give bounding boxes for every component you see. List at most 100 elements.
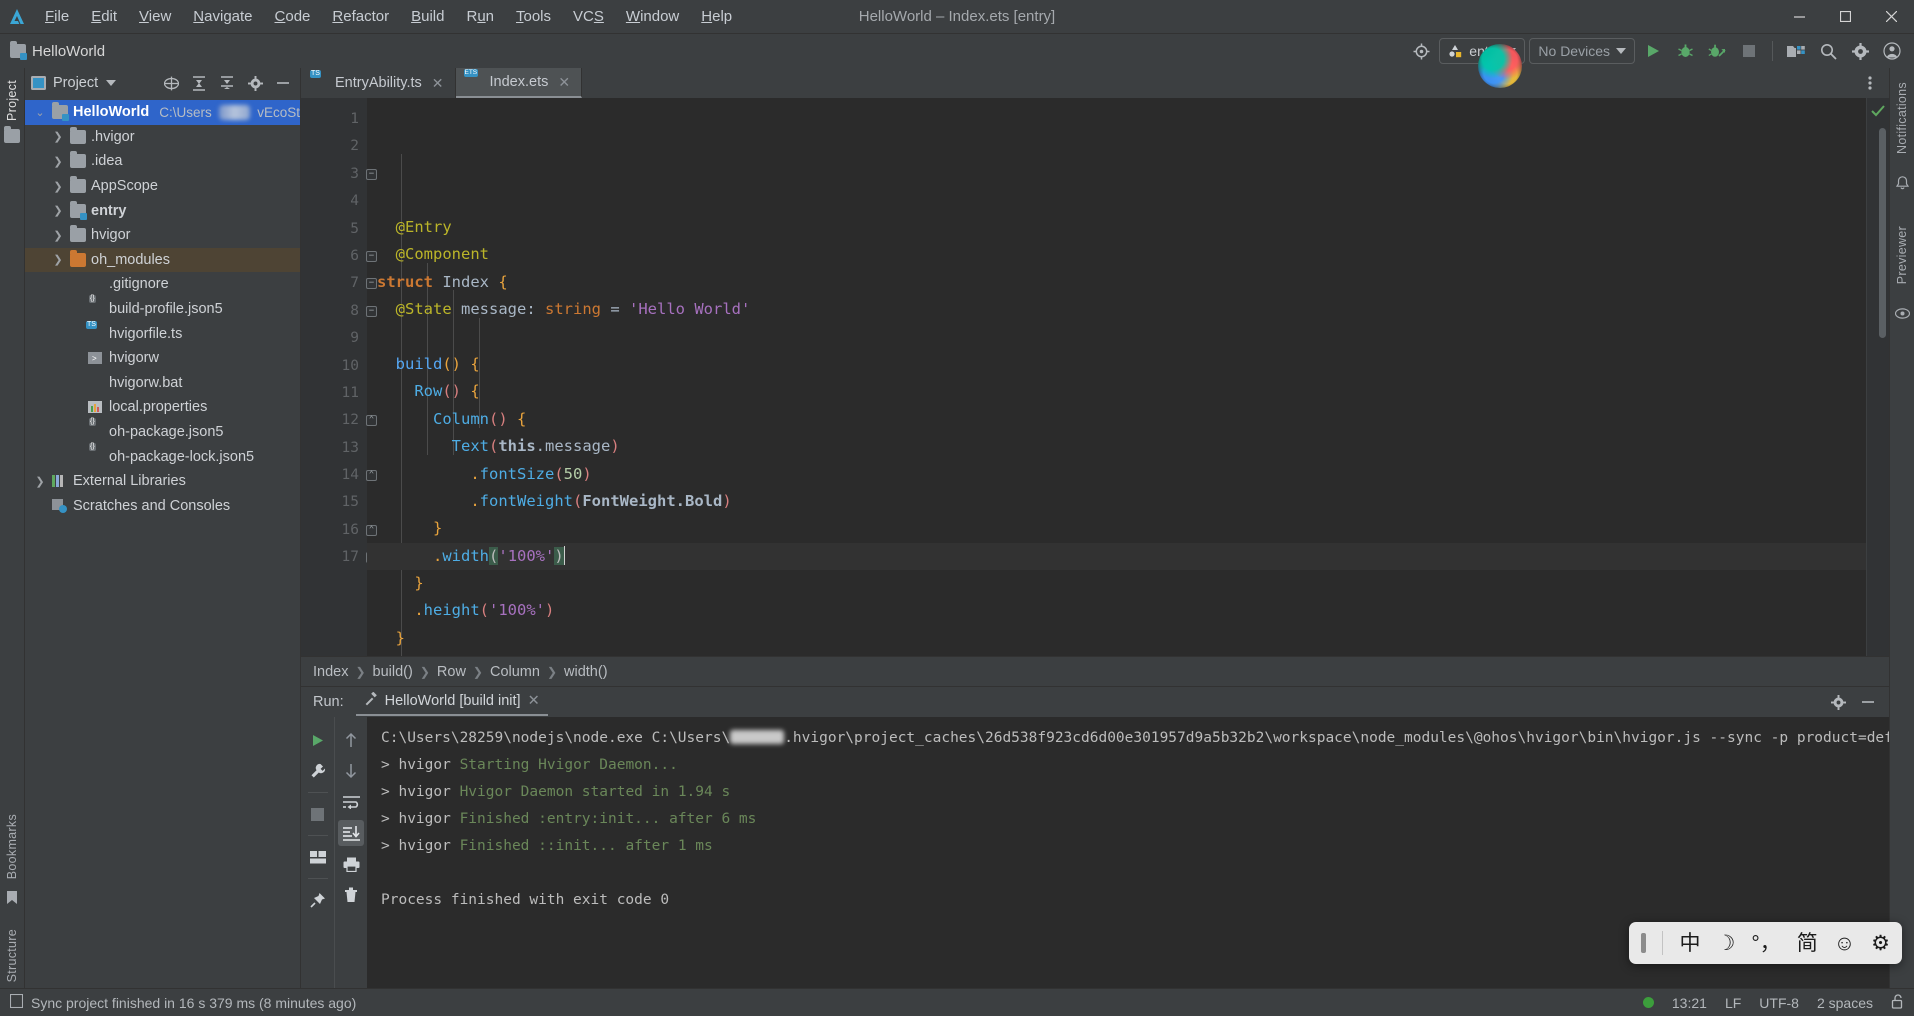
gutter-line-2[interactable]: 2 [301,133,367,160]
tree-node-local-properties[interactable]: local.properties [25,395,300,420]
device-selector[interactable]: No Devices [1529,38,1635,64]
pin-icon[interactable] [305,887,331,913]
gutter-line-8[interactable]: 8− [301,298,377,325]
gutter-line-12[interactable]: 12 ⌃ [301,407,377,434]
tree-node-hvigorw-bat[interactable]: hvigorw.bat [25,371,300,396]
tree-node-entry[interactable]: ❯ entry [25,198,300,223]
up-arrow-icon[interactable] [338,727,364,753]
gutter-line-4[interactable]: 4 [301,188,367,215]
close-icon[interactable]: ✕ [558,74,570,91]
stripe-item-previewer[interactable]: Previewer [1895,220,1909,290]
project-tree[interactable]: ⌄ HelloWorld C:\Users vEcoSt ❯ .hvigor ❯ .idea ❯… [25,98,300,1016]
tree-node--gitignore[interactable]: .gitignore [25,272,300,297]
chevron-right-icon[interactable]: ❯ [51,130,65,143]
stripe-item-structure[interactable]: Structure [5,923,19,988]
soft-wrap-icon[interactable] [338,789,364,815]
tree-node-oh-package-lock-json5[interactable]: oh-package-lock.json5 [25,444,300,469]
tree-node-oh-package-json5[interactable]: oh-package.json5 [25,420,300,445]
menu-build[interactable]: Build [400,5,455,28]
chevron-right-icon[interactable]: ❯ [51,155,65,168]
tree-node-helloworld[interactable]: ⌄ HelloWorld C:\Users vEcoSt [25,100,300,125]
editor-code[interactable]: @Entry @Component struct Index { @State m… [367,98,1867,656]
editor-gutter[interactable]: 123−456−7−8−9101112⌃1314⌃1516⌃17⌃ [301,98,377,656]
editor-tab-entryability-ts[interactable]: EntryAbility.ts ✕ [301,68,456,98]
inspections-ok-icon[interactable] [1871,104,1885,120]
tree-node-hvigorfile-ts[interactable]: hvigorfile.ts [25,321,300,346]
collapse-all-icon[interactable] [216,72,238,94]
editor-vscrollbar[interactable] [1879,128,1886,338]
punctuation-mode-icon[interactable]: °， [1751,933,1780,954]
editor-tab-index-ets[interactable]: Index.ets ✕ [455,68,583,98]
breadcrumb-item-width[interactable]: width() [564,664,608,680]
menu-refactor[interactable]: Refactor [321,5,400,28]
menu-window[interactable]: Window [615,5,690,28]
breadcrumb-item-row[interactable]: Row [437,664,466,680]
ime-floating-bar[interactable]: 中 ☽ °， 简 ☺ ⚙ [1629,922,1902,964]
code-line-8[interactable]: Column() { [367,406,1867,433]
menu-vcs[interactable]: VCS [562,5,615,28]
emoji-icon[interactable]: ☺ [1834,933,1855,954]
breadcrumb-item-build[interactable]: build() [373,664,413,680]
gutter-line-9[interactable]: 9 [301,325,367,352]
breadcrumb-item-column[interactable]: Column [490,664,540,680]
simplified-chinese-icon[interactable]: 简 [1797,933,1818,954]
gear-icon[interactable] [1827,691,1849,713]
stop-icon[interactable] [1735,38,1763,64]
code-line-15[interactable]: .height('100%') [367,597,1867,624]
more-options-icon[interactable] [1859,72,1881,94]
layout-icon[interactable] [305,844,331,870]
close-icon[interactable]: ✕ [528,693,540,709]
debug-icon[interactable] [1671,38,1699,64]
status-line-separator[interactable]: LF [1725,995,1741,1011]
code-line-7[interactable]: Row() { [367,378,1867,405]
code-line-5[interactable] [367,324,1867,351]
close-button[interactable] [1868,0,1914,34]
menu-edit[interactable]: Edit [80,5,128,28]
editor-inspection-rail[interactable] [1867,98,1889,656]
menu-navigate[interactable]: Navigate [182,5,263,28]
tree-node--idea[interactable]: ❯ .idea [25,149,300,174]
status-encoding[interactable]: UTF-8 [1759,995,1799,1011]
chevron-down-icon[interactable]: ⌄ [33,106,47,119]
gutter-line-16[interactable]: 16 ⌃ [301,517,377,544]
code-line-11[interactable]: .fontWeight(FontWeight.Bold) [367,488,1867,515]
gutter-line-11[interactable]: 11 [301,380,367,407]
settings-wrench-icon[interactable] [305,758,331,784]
tree-node-build-profile-json5[interactable]: build-profile.json5 [25,297,300,322]
rerun-icon[interactable] [305,727,331,753]
chevron-down-icon[interactable] [106,80,117,86]
code-line-2[interactable]: @Component [367,241,1867,268]
menu-code[interactable]: Code [264,5,322,28]
window-controls[interactable] [1776,0,1914,34]
code-line-9[interactable]: Text(this.message) [367,433,1867,460]
breadcrumb-item-index[interactable]: Index [313,664,348,680]
maximize-button[interactable] [1822,0,1868,34]
code-line-6[interactable]: build() { [367,351,1867,378]
gutter-line-15[interactable]: 15 [301,489,367,516]
code-line-1[interactable]: @Entry [367,214,1867,241]
code-line-16[interactable]: } [367,625,1867,652]
chevron-right-icon[interactable]: ❯ [51,253,65,266]
tree-node-hvigorw[interactable]: > hvigorw [25,346,300,371]
tree-node-external-libraries[interactable]: ❯ External Libraries [25,469,300,494]
tree-node--hvigor[interactable]: ❯ .hvigor [25,125,300,150]
tree-node-appscope[interactable]: ❯ AppScope [25,174,300,199]
gear-icon[interactable] [1846,38,1874,64]
moon-mode-icon[interactable]: ☽ [1716,933,1735,954]
select-opened-file-icon[interactable] [160,72,182,94]
run-console[interactable]: C:\Users\28259\nodejs\node.exe C:\Users\… [367,717,1889,1016]
stripe-item-notifications[interactable]: Notifications [1895,76,1909,160]
run-tab[interactable]: HelloWorld [build init] ✕ [355,689,548,716]
code-line-13[interactable]: .width('100%') [367,542,1867,571]
menu-file[interactable]: File [34,5,80,28]
gutter-line-5[interactable]: 5 [301,216,367,243]
chevron-right-icon[interactable]: ❯ [51,229,65,242]
gear-icon[interactable] [244,72,266,94]
code-line-3[interactable]: struct Index { [367,269,1867,296]
gutter-line-10[interactable]: 10 [301,353,367,380]
gutter-line-1[interactable]: 1 [301,106,367,133]
search-icon[interactable] [1814,38,1842,64]
tree-node-scratches-and-consoles[interactable]: Scratches and Consoles [25,494,300,519]
hide-icon[interactable] [1857,691,1879,713]
menu-view[interactable]: View [128,5,182,28]
